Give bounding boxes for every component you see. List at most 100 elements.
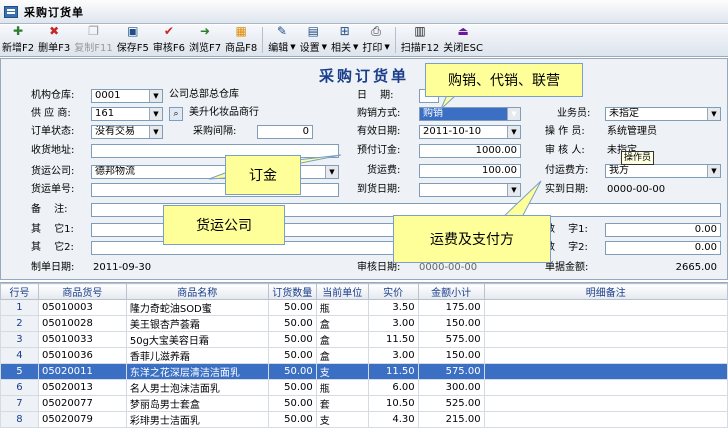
table-cell[interactable]: [483, 379, 728, 396]
table-cell[interactable]: 套: [315, 395, 369, 412]
grid-header-cell[interactable]: 明细备注: [483, 283, 728, 300]
toolbar-button-label: 编辑: [268, 43, 289, 54]
table-cell[interactable]: 50.00: [267, 411, 317, 428]
table-cell[interactable]: 05010036: [37, 347, 127, 364]
table-cell[interactable]: [483, 299, 728, 316]
freight-company-callout: 货运公司: [163, 205, 285, 245]
table-cell[interactable]: 50.00: [267, 299, 317, 316]
table-cell[interactable]: [483, 411, 728, 428]
table-cell[interactable]: 05020079: [37, 411, 127, 428]
table-cell[interactable]: [483, 331, 728, 348]
table-cell[interactable]: 3.00: [367, 347, 419, 364]
grid-header-cell[interactable]: 实价: [367, 283, 419, 300]
toolbar-button-label: 相关: [331, 43, 352, 54]
grid-header-cell[interactable]: 订货数量: [267, 283, 317, 300]
table-cell[interactable]: 11.50: [367, 331, 419, 348]
toolbar-separator: [262, 27, 264, 53]
table-cell[interactable]: 瓶: [315, 379, 369, 396]
table-cell[interactable]: 东洋之花深层清洁洁面乳: [125, 363, 269, 380]
table-cell[interactable]: [483, 363, 728, 380]
table-cell[interactable]: 3.50: [367, 299, 419, 316]
table-row[interactable]: 4 05010036 香菲儿滋养霜 50.00 盒 3.00 150.00: [0, 347, 728, 364]
callout-pointers: [208, 80, 542, 220]
toolbar-copy-button[interactable]: ❐ 复制F11: [72, 24, 114, 56]
table-cell[interactable]: [483, 395, 728, 412]
toolbar-print-button[interactable]: ⎙ 打印 ▼: [360, 24, 391, 56]
table-cell[interactable]: [483, 315, 728, 332]
toolbar-delete-button[interactable]: ✖ 删单F3: [36, 24, 72, 56]
toolbar-product-button[interactable]: ▦ 商品F8: [223, 24, 259, 56]
table-row[interactable]: 7 05020077 梦丽岛男士套盒 50.00 套 10.50 525.00: [0, 395, 728, 412]
table-cell[interactable]: 盒: [315, 331, 369, 348]
table-cell[interactable]: 50.00: [267, 347, 317, 364]
table-cell[interactable]: 575.00: [417, 363, 485, 380]
table-cell[interactable]: 瓶: [315, 299, 369, 316]
table-cell[interactable]: 盒: [315, 315, 369, 332]
toolbar-edit-button[interactable]: ✎ 编辑 ▼: [266, 24, 297, 56]
table-cell[interactable]: 50.00: [267, 331, 317, 348]
table-cell[interactable]: 美王银杏芦荟霜: [125, 315, 269, 332]
table-cell[interactable]: 3.00: [367, 315, 419, 332]
table-cell[interactable]: 215.00: [417, 411, 485, 428]
save-disk-icon: ▣: [127, 24, 139, 38]
toolbar-settings-button[interactable]: ▤ 设置 ▼: [298, 24, 329, 56]
table-cell[interactable]: 支: [315, 363, 369, 380]
table-cell[interactable]: 11.50: [367, 363, 419, 380]
grid-header-cell[interactable]: 金额小计: [417, 283, 485, 300]
toolbar-save-button[interactable]: ▣ 保存F5: [115, 24, 151, 56]
table-cell[interactable]: 香菲儿滋养霜: [125, 347, 269, 364]
grid-header-cell[interactable]: 行号: [0, 283, 39, 300]
table-cell[interactable]: 300.00: [417, 379, 485, 396]
table-cell: 6: [0, 379, 39, 396]
table-cell[interactable]: 50.00: [267, 379, 317, 396]
table-cell[interactable]: 05020013: [37, 379, 127, 396]
purchase-method-callout: 购销、代销、联营: [425, 63, 583, 97]
toolbar-related-button[interactable]: ⊞ 相关 ▼: [329, 24, 360, 56]
table-cell[interactable]: 隆力奇蛇油SOD蜜: [125, 299, 269, 316]
toolbar-close-button[interactable]: ⏏ 关闭ESC: [441, 24, 485, 56]
table-cell[interactable]: 05010003: [37, 299, 127, 316]
table-cell[interactable]: [483, 347, 728, 364]
table-cell[interactable]: 05010028: [37, 315, 127, 332]
table-cell[interactable]: 150.00: [417, 315, 485, 332]
table-cell[interactable]: 6.00: [367, 379, 419, 396]
table-row[interactable]: 1 05010003 隆力奇蛇油SOD蜜 50.00 瓶 3.50 175.00: [0, 299, 728, 316]
table-cell[interactable]: 50.00: [267, 363, 317, 380]
grid-header-cell[interactable]: 当前单位: [315, 283, 369, 300]
toolbar-audit-button[interactable]: ✔ 审核F6: [151, 24, 187, 56]
grid-header-cell[interactable]: 商品名称: [125, 283, 269, 300]
grid-header-cell[interactable]: 商品货号: [37, 283, 127, 300]
toolbar-new-button[interactable]: ✚ 新增F2: [0, 24, 36, 56]
window-title: 采购订货单: [24, 5, 84, 19]
table-row[interactable]: 6 05020013 名人男士泡沫洁面乳 50.00 瓶 6.00 300.00: [0, 379, 728, 396]
toolbar: ✚ 新增F2 ✖ 删单F3 ❐ 复制F11 ▣ 保存F5 ✔ 审核F6 ➜ 浏览F7 ▦ 商品F8 ✎ 编辑 ▼…: [0, 24, 728, 57]
table-cell[interactable]: 梦丽岛男士套盒: [125, 395, 269, 412]
table-cell: 8: [0, 411, 39, 428]
chevron-down-icon: ▼: [290, 42, 296, 51]
table-cell[interactable]: 彩琲男士洁面乳: [125, 411, 269, 428]
table-cell[interactable]: 名人男士泡沫洁面乳: [125, 379, 269, 396]
toolbar-scan-button[interactable]: ▥ 扫描F12: [399, 24, 441, 56]
table-cell[interactable]: 10.50: [367, 395, 419, 412]
table-cell[interactable]: 05020077: [37, 395, 127, 412]
table-cell[interactable]: 05010033: [37, 331, 127, 348]
deposit-callout: 订金: [225, 155, 301, 195]
table-cell[interactable]: 4.30: [367, 411, 419, 428]
table-cell[interactable]: 575.00: [417, 331, 485, 348]
table-cell[interactable]: 525.00: [417, 395, 485, 412]
table-cell[interactable]: 50.00: [267, 315, 317, 332]
toolbar-browse-button[interactable]: ➜ 浏览F7: [187, 24, 223, 56]
table-row[interactable]: 3 05010033 50g大宝美容日霜 50.00 盒 11.50 575.00: [0, 331, 728, 348]
table-cell[interactable]: 50g大宝美容日霜: [125, 331, 269, 348]
table-cell[interactable]: 175.00: [417, 299, 485, 316]
table-row[interactable]: 5 05020011 东洋之花深层清洁洁面乳 50.00 支 11.50 575.00: [0, 363, 728, 380]
table-cell[interactable]: 支: [315, 411, 369, 428]
detail-grid[interactable]: 行号 商品货号 商品名称 订货数量 当前单位 实价 金额小计 明细备注 1 05010003 隆力…: [0, 282, 728, 432]
toolbar-button-label: 保存F5: [116, 43, 149, 54]
table-cell[interactable]: 150.00: [417, 347, 485, 364]
table-row[interactable]: 2 05010028 美王银杏芦荟霜 50.00 盒 3.00 150.00: [0, 315, 728, 332]
table-cell[interactable]: 50.00: [267, 395, 317, 412]
table-row[interactable]: 8 05020079 彩琲男士洁面乳 50.00 支 4.30 215.00: [0, 411, 728, 428]
table-cell[interactable]: 盒: [315, 347, 369, 364]
table-cell[interactable]: 05020011: [37, 363, 127, 380]
